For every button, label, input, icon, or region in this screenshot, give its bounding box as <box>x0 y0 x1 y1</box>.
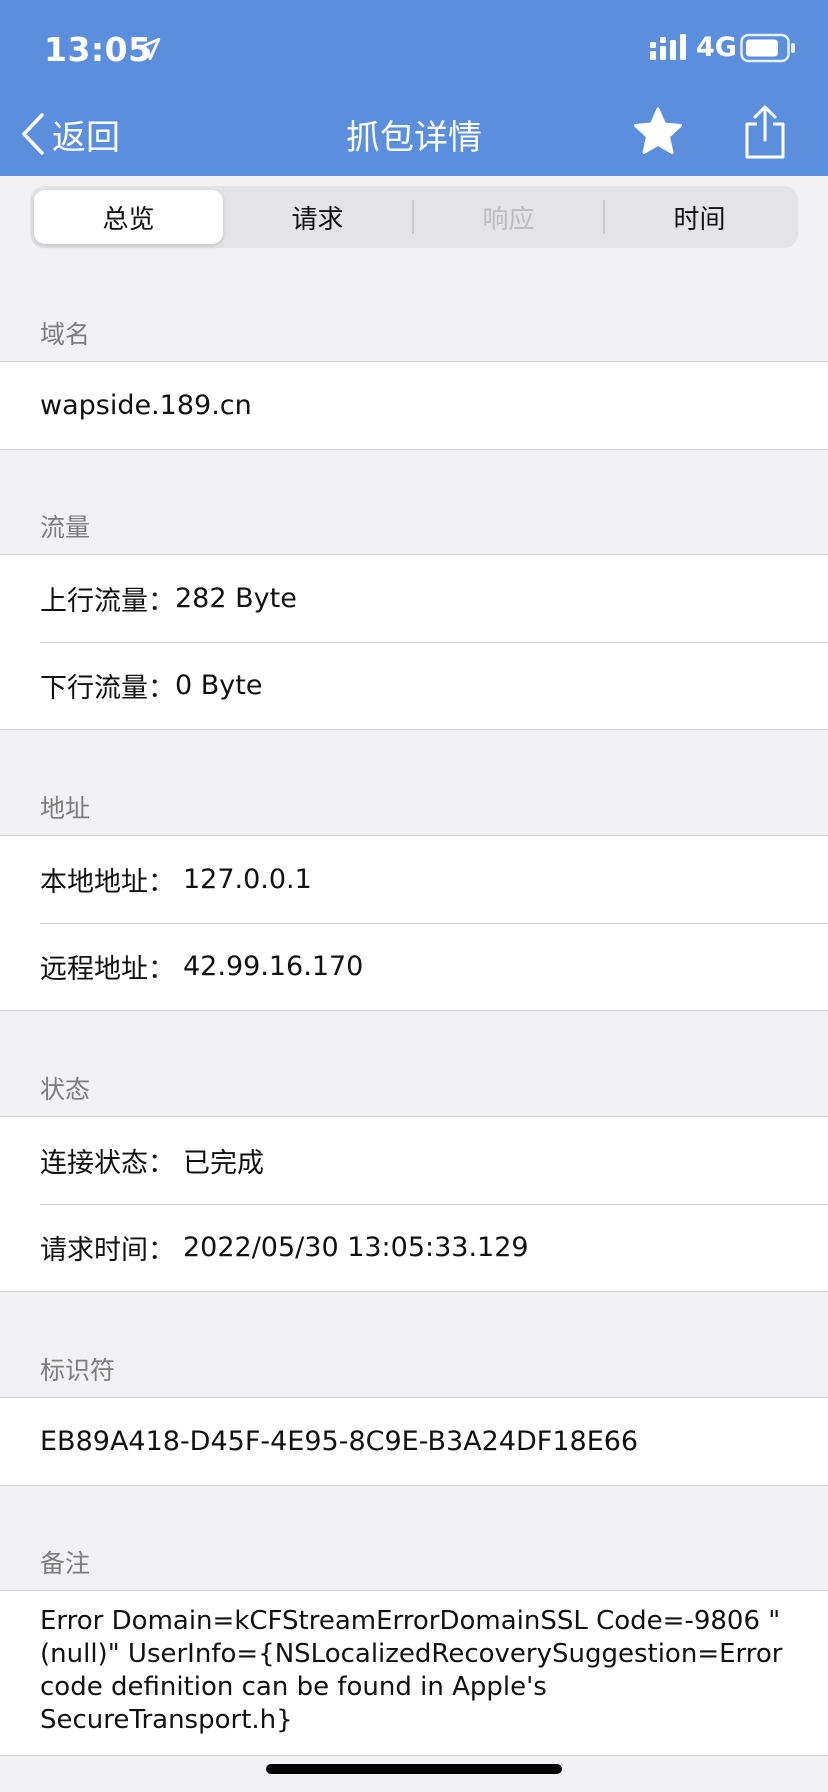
download-value: 0 Byte <box>175 670 263 701</box>
page-title: 抓包详情 <box>346 118 482 158</box>
chevron-left-icon <box>22 113 44 155</box>
traffic-card: 上行流量： 282 Byte 下行流量： 0 Byte <box>0 554 828 730</box>
section-header-identifier: 标识符 <box>40 1356 116 1385</box>
request-time-value: 2022/05/30 13:05:33.129 <box>183 1232 529 1263</box>
remote-address-value: 42.99.16.170 <box>183 951 364 982</box>
local-address-label: 本地地址： <box>40 867 175 898</box>
section-header-status: 状态 <box>40 1075 91 1104</box>
upload-value: 282 Byte <box>175 583 297 614</box>
tab-overview[interactable]: 总览 <box>34 190 223 244</box>
local-address-value: 127.0.0.1 <box>183 864 312 895</box>
tab-request[interactable]: 请求 <box>223 190 412 244</box>
section-header-address: 地址 <box>40 794 91 823</box>
remark-text: Error Domain=kCFStreamErrorDomainSSL Cod… <box>40 1606 783 1735</box>
nav-header: 13:05 4G 返回 抓包详情 <box>0 0 828 176</box>
upload-row: 上行流量： 282 Byte <box>0 555 828 642</box>
connection-status-label: 连接状态： <box>40 1148 175 1179</box>
domain-row: wapside.189.cn <box>0 362 828 449</box>
location-arrow-icon <box>137 37 161 61</box>
domain-value: wapside.189.cn <box>40 390 252 421</box>
identifier-value: EB89A418-D45F-4E95-8C9E-B3A24DF18E66 <box>40 1426 639 1457</box>
network-type: 4G <box>696 32 737 63</box>
star-icon[interactable] <box>632 106 684 158</box>
battery-icon <box>740 33 795 63</box>
download-row: 下行流量： 0 Byte <box>0 642 828 729</box>
home-indicator <box>266 1764 562 1774</box>
back-button[interactable]: 返回 <box>20 108 120 160</box>
request-time-row: 请求时间： 2022/05/30 13:05:33.129 <box>0 1204 828 1291</box>
identifier-row: EB89A418-D45F-4E95-8C9E-B3A24DF18E66 <box>0 1398 828 1485</box>
request-time-label: 请求时间： <box>40 1235 175 1266</box>
connection-status-row: 连接状态： 已完成 <box>0 1117 828 1204</box>
tab-response: 响应 <box>482 204 535 235</box>
remote-address-label: 远程地址： <box>40 954 175 985</box>
connection-status-value: 已完成 <box>183 1148 264 1179</box>
local-address-row: 本地地址： 127.0.0.1 <box>0 836 828 923</box>
download-label: 下行流量： <box>40 673 175 704</box>
segmented-tabs: 总览 请求 响应 时间 <box>30 186 798 248</box>
signal-bars-icon <box>650 34 686 60</box>
remote-address-row: 远程地址： 42.99.16.170 <box>0 923 828 1010</box>
domain-card: wapside.189.cn <box>0 361 828 450</box>
section-header-remark: 备注 <box>40 1549 91 1578</box>
tab-time[interactable]: 时间 <box>605 190 794 244</box>
upload-label: 上行流量： <box>40 586 175 617</box>
status-card: 连接状态： 已完成 请求时间： 2022/05/30 13:05:33.129 <box>0 1116 828 1292</box>
section-header-domain: 域名 <box>40 320 91 349</box>
share-icon[interactable] <box>740 104 790 160</box>
address-card: 本地地址： 127.0.0.1 远程地址： 42.99.16.170 <box>0 835 828 1011</box>
remark-card: Error Domain=kCFStreamErrorDomainSSL Cod… <box>0 1590 828 1756</box>
back-label: 返回 <box>52 117 120 158</box>
identifier-card: EB89A418-D45F-4E95-8C9E-B3A24DF18E66 <box>0 1397 828 1486</box>
section-header-traffic: 流量 <box>40 513 91 542</box>
